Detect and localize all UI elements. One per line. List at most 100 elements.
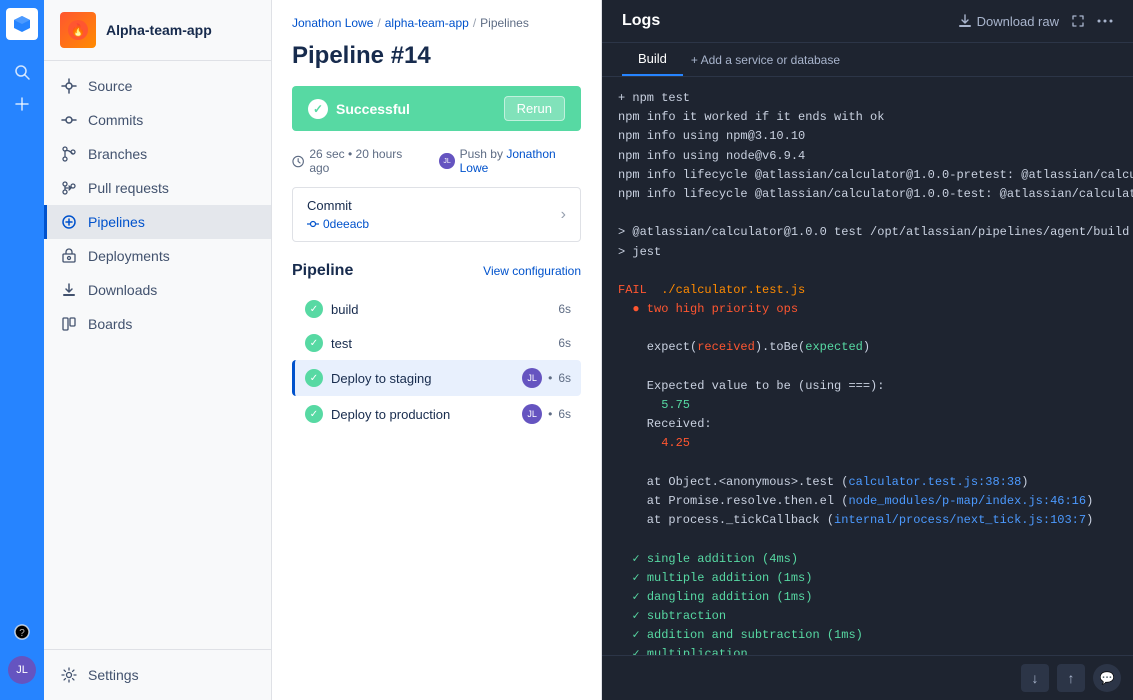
breadcrumb-section: Pipelines [480,16,529,30]
breadcrumb-user[interactable]: Jonathon Lowe [292,16,373,30]
log-line [618,530,1117,549]
downloads-icon [60,281,78,299]
log-line [618,319,1117,338]
log-line: ✓ subtraction [618,607,1117,626]
svg-text:?: ? [19,628,25,639]
app-logo[interactable] [6,8,38,40]
branches-icon [60,145,78,163]
pipeline-panel: Jonathon Lowe / alpha-team-app / Pipelin… [272,0,602,700]
add-service-button[interactable]: + Add a service or database [683,45,848,75]
logs-footer: ↓ ↑ 💬 [602,655,1133,700]
log-line: 5.75 [618,396,1117,415]
log-line [618,358,1117,377]
view-config-link[interactable]: View configuration [483,264,581,278]
push-meta: JL Push by Jonathon Lowe [439,147,581,175]
log-line: at process._tickCallback (internal/proce… [618,511,1117,530]
sidebar-item-source[interactable]: Source [44,69,271,103]
log-line: expect(received).toBe(expected) [618,338,1117,357]
log-line: npm info using node@v6.9.4 [618,147,1117,166]
user-avatar[interactable]: JL [8,656,36,684]
help-icon[interactable]: ? [6,616,38,648]
sidebar-item-pipelines[interactable]: Pipelines [44,205,271,239]
pipeline-step-deploy-staging[interactable]: ✓ Deploy to staging JL • 6s [292,360,581,396]
sidebar-app-header: 🔥 Alpha-team-app [44,0,271,61]
logs-panel: Logs Download raw Build + Add a service … [602,0,1133,700]
download-raw-label: Download raw [977,14,1059,29]
logs-title: Logs [622,12,660,30]
step-left-deploy-production: ✓ Deploy to production [305,405,450,423]
log-line: + npm test [618,89,1117,108]
sidebar-item-branches[interactable]: Branches [44,137,271,171]
logs-tabs: Build + Add a service or database [602,43,1133,77]
download-raw-button[interactable]: Download raw [958,14,1059,29]
log-line: npm info it worked if it ends with ok [618,108,1117,127]
log-line: FAIL ./calculator.test.js [618,281,1117,300]
log-line: ✓ dangling addition (1ms) [618,588,1117,607]
add-icon[interactable] [6,88,38,120]
duration-text: 26 sec • 20 hours ago [309,147,419,175]
sidebar: 🔥 Alpha-team-app Source Commits Branches [44,0,272,700]
step-name-build: build [331,302,358,317]
step-dot-deploy-production: • [548,407,552,421]
svg-text:🔥: 🔥 [71,23,86,37]
logs-body[interactable]: + npm test npm info it worked if it ends… [602,77,1133,655]
pipeline-meta: 26 sec • 20 hours ago JL Push by Jonatho… [272,147,601,187]
sidebar-item-settings[interactable]: Settings [44,658,271,692]
sidebar-item-downloads-label: Downloads [88,282,157,298]
log-line: > jest [618,243,1117,262]
logs-header: Logs Download raw [602,0,1133,43]
more-options-button[interactable] [1097,19,1113,23]
pull-requests-icon [60,179,78,197]
step-duration-deploy-staging: 6s [558,371,571,385]
sidebar-item-pull-requests[interactable]: Pull requests [44,171,271,205]
step-left-test: ✓ test [305,334,352,352]
log-line: > @atlassian/calculator@1.0.0 test /opt/… [618,223,1117,242]
breadcrumb-repo[interactable]: alpha-team-app [385,16,469,30]
commit-hash: 0deeacb [307,217,369,231]
icon-bar: ? JL [0,0,44,700]
sidebar-item-deployments[interactable]: Deployments [44,239,271,273]
duration-meta: 26 sec • 20 hours ago [292,147,419,175]
scroll-up-button[interactable]: ↑ [1057,664,1085,692]
tab-build[interactable]: Build [622,43,683,76]
step-right-test: 6s [558,336,571,350]
chevron-right-icon: › [561,206,566,224]
sidebar-item-branches-label: Branches [88,146,147,162]
step-name-deploy-production: Deploy to production [331,407,450,422]
sidebar-nav: Source Commits Branches Pull requests [44,61,271,649]
scroll-down-button[interactable]: ↓ [1021,664,1049,692]
sidebar-item-downloads[interactable]: Downloads [44,273,271,307]
sidebar-item-commits-label: Commits [88,112,143,128]
push-text: Push by Jonathon Lowe [460,147,581,175]
pipeline-step-build[interactable]: ✓ build 6s [292,292,581,326]
step-duration-test: 6s [558,336,571,350]
pipeline-section-title: Pipeline [292,262,353,280]
expand-button[interactable] [1071,14,1085,28]
sidebar-item-source-label: Source [88,78,132,94]
pipeline-step-test[interactable]: ✓ test 6s [292,326,581,360]
commit-box[interactable]: Commit 0deeacb › [292,187,581,242]
boards-icon [60,315,78,333]
step-right-build: 6s [558,302,571,316]
rerun-button[interactable]: Rerun [504,96,565,121]
sidebar-bottom: Settings [44,649,271,700]
log-line [618,204,1117,223]
sidebar-item-pull-requests-label: Pull requests [88,180,169,196]
log-line: ✓ addition and subtraction (1ms) [618,626,1117,645]
log-line: ● two high priority ops [618,300,1117,319]
step-right-deploy-production: JL • 6s [522,404,571,424]
pipeline-step-deploy-production[interactable]: ✓ Deploy to production JL • 6s [292,396,581,432]
sidebar-item-commits[interactable]: Commits [44,103,271,137]
breadcrumb-sep-1: / [377,16,380,30]
commits-icon [60,111,78,129]
log-line: npm info lifecycle @atlassian/calculator… [618,185,1117,204]
sidebar-item-boards[interactable]: Boards [44,307,271,341]
sidebar-app-name: Alpha-team-app [106,22,212,38]
breadcrumb: Jonathon Lowe / alpha-team-app / Pipelin… [272,0,601,38]
search-icon[interactable] [6,56,38,88]
main-content: Jonathon Lowe / alpha-team-app / Pipelin… [272,0,1133,700]
logs-help-button[interactable]: 💬 [1093,664,1121,692]
pipelines-icon [60,213,78,231]
sidebar-item-boards-label: Boards [88,316,132,332]
log-line: npm info lifecycle @atlassian/calculator… [618,166,1117,185]
